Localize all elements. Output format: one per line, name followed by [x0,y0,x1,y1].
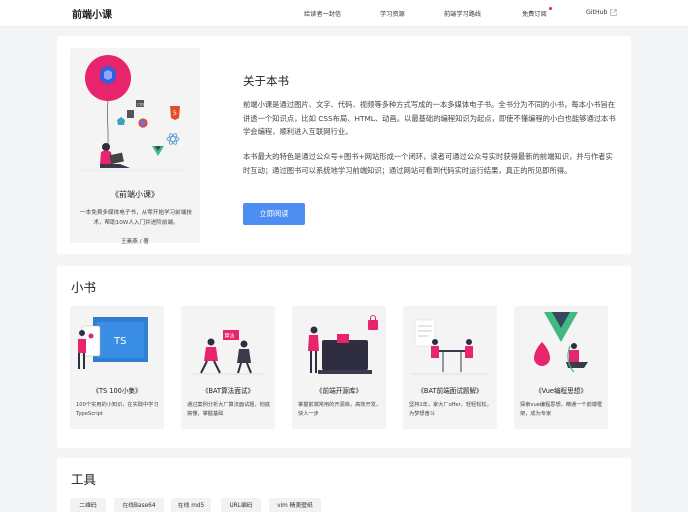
tool-base64[interactable]: 在线Base64 [114,498,164,512]
book-name: 《TS 100小集》 [92,387,142,395]
nav-link-github[interactable]: GitHub [586,9,607,16]
site-logo[interactable]: 前端小课 [72,6,112,21]
interview-illustration [411,319,489,375]
books-section: 小书 TS 《TS 100小集》 100个实用的小知识，在实践中学习 TypeS… [57,266,631,448]
book-card-opensource[interactable]: 《前端开源库》 掌握前端常用的开源库，高效开发，快人一步 [292,306,386,429]
book-description: 通过案例分析大厂算法面试题，彻底搞懂，掌握基础 [187,402,271,417]
book-description: 坚持1年，拿大厂offer，轻轻松松，为梦想奋斗 [409,402,492,417]
reader-balloon-illustration: CSS 5 [78,55,188,171]
book-card-ts[interactable]: TS 《TS 100小集》 100个实用的小知识，在实践中学习 TypeScri… [70,306,164,429]
hero-book-cover[interactable]: CSS 5 《前端小课》 一本免费多媒体电子书，从零开始学习前端技术，帮助10W… [70,48,200,245]
book-card-interview[interactable]: 《BAT前端面试题解》 坚持1年，拿大厂offer，轻轻松松，为梦想奋斗 [403,306,497,429]
reader-person-icon [102,143,110,151]
ts-badge: TS [113,336,126,347]
about-paragraph-1: 前端小课是通过图片、文字、代码、视频等多种方式写成的一本多媒体电子书。全书分为不… [243,100,616,137]
vue-illustration [534,312,588,373]
external-link-icon [610,9,617,16]
html5-badge: 5 [173,110,177,117]
react-icon [166,133,180,145]
about-paragraph-2: 本书最大的特色是通过公众号+图书+网站形成一个闭环，读者可通过公众号实时获得最新… [243,152,613,175]
about-title: 关于本书 [243,74,289,88]
green-tree-icon [117,117,125,125]
laptop-icon [322,340,368,370]
hero-book-title: 《前端小课》 [111,190,159,199]
hero-book-description: 一本免费多媒体电子书，从零开始学习前端技术，帮助10W人入门并进阶前端。 [80,210,192,226]
top-nav: 前端小课 给读者一封信 学习资源 前端学习路线 免费订阅 GitHub [0,0,688,27]
algorithm-illustration: 算法 [191,330,265,375]
algorithm-badge: 算法 [225,333,235,340]
lock-icon [368,320,378,330]
book-description: 探索vue编程思想，精通一个前端框架，成为专家 [520,402,603,417]
books-section-title: 小书 [71,280,97,295]
book-description: 掌握前端常用的开源库，高效开发，快人一步 [298,402,382,417]
book-description: 100个实用的小知识，在实践中学习 TypeScript [76,402,159,417]
book-name: 《前端开源库》 [315,387,363,395]
tool-url-encode[interactable]: URL编码 [221,498,261,512]
tools-section: 工具 二维码 在线Base64 在线 md5 URL编码 vim 精美壁纸 [57,458,631,512]
nav-link-subscribe[interactable]: 免费订阅 [522,9,547,18]
hero-book-author: 王素燕 / 著 [121,239,149,245]
hero-card: CSS 5 《前端小课》 一本免费多媒体电子书，从零开始学习前端技术，帮助10W… [57,36,631,254]
tools-section-title: 工具 [71,472,97,487]
plugin-icon [127,110,134,118]
book-card-vue[interactable]: 《Vue编程思想》 探索vue编程思想，精通一个前端框架，成为专家 [514,306,608,429]
css-badge: CSS [137,103,145,107]
tool-qrcode[interactable]: 二维码 [70,498,106,512]
nav-link-resources[interactable]: 学习资源 [380,9,405,18]
tool-md5[interactable]: 在线 md5 [171,498,211,512]
nav-link-letter[interactable]: 给读者一封信 [304,9,341,18]
typescript-illustration: TS [78,317,148,369]
drop-icon [534,342,550,366]
opensource-illustration [308,315,378,374]
book-name: 《BAT前端面试题解》 [417,387,483,395]
book-card-algorithm[interactable]: 算法 《BAT算法面试》 通过案例分析大厂算法面试题，彻底搞懂，掌握基础 [181,306,275,429]
subscribe-notification-dot [549,7,552,10]
book-name: 《Vue编程思想》 [535,387,587,395]
nav-link-roadmap[interactable]: 前端学习路线 [444,9,481,18]
book-name: 《BAT算法面试》 [201,387,255,395]
read-now-button[interactable]: 立即阅读 [243,203,305,225]
tool-vim-wallpaper[interactable]: vim 精美壁纸 [269,498,321,512]
